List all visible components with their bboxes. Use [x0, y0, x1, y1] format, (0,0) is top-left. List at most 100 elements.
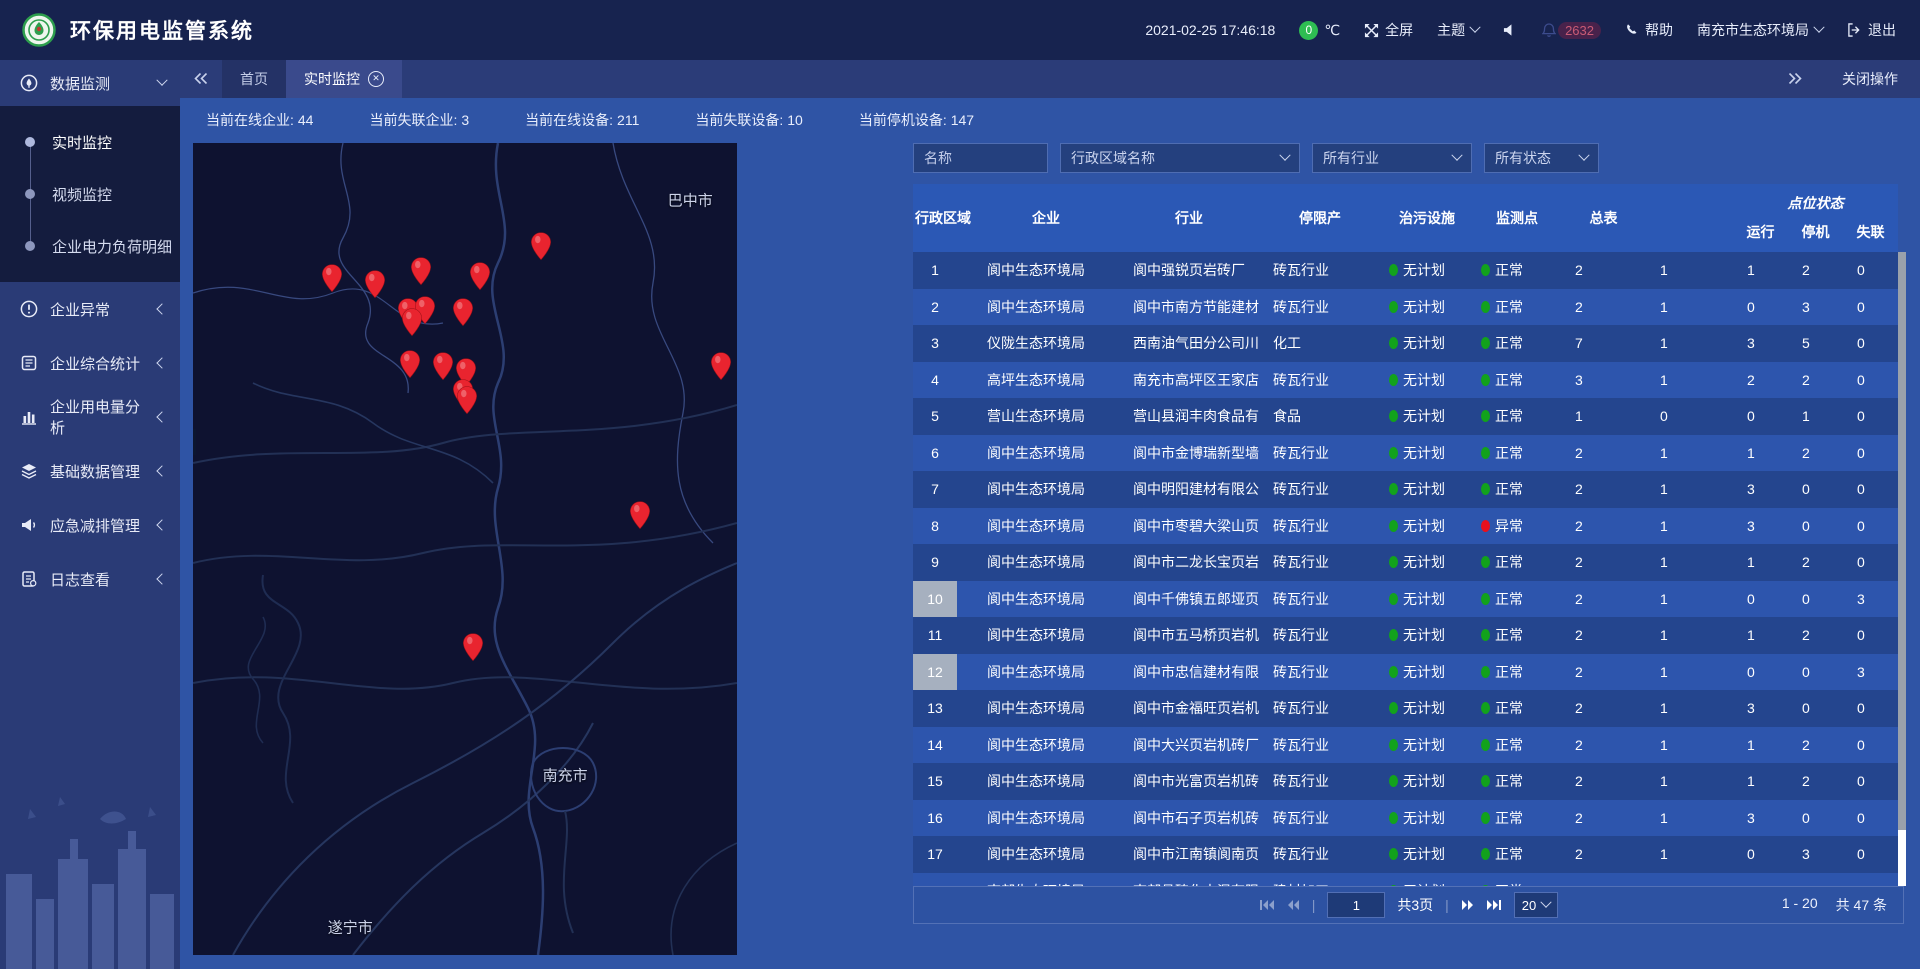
table-row[interactable]: 13阆中生态环境局阆中市金福旺页岩机砖砖瓦行业无计划正常21300 — [913, 690, 1898, 727]
status-filter-select[interactable]: 所有状态 — [1484, 143, 1599, 173]
last-page-button[interactable] — [1486, 899, 1502, 911]
cell-industry: 砖瓦行业 — [1259, 370, 1381, 390]
cell-run: 3 — [1733, 810, 1788, 826]
table-row[interactable]: 6阆中生态环境局阆中市金博瑞新型墙材砖瓦行业无计划正常21120 — [913, 435, 1898, 472]
map-pin[interactable] — [401, 307, 423, 337]
table-row[interactable]: 18南部生态环境局南部县砖化土混有限公建材加工无计划正常60060 — [913, 873, 1898, 887]
page-size-select[interactable]: 20 — [1514, 892, 1558, 918]
row-number: 1 — [913, 252, 973, 289]
app-title: 环保用电监管系统 — [70, 15, 254, 45]
cell-limit-status: 无计划 — [1381, 771, 1473, 791]
page-number-input[interactable] — [1327, 892, 1385, 918]
volume-button[interactable] — [1503, 23, 1518, 37]
sidebar-item-emergency-reduction[interactable]: 应急减排管理 — [0, 498, 180, 552]
row-number: 9 — [913, 544, 973, 581]
scrollbar-thumb[interactable] — [1898, 252, 1906, 830]
help-button[interactable]: 帮助 — [1625, 20, 1673, 40]
cell-company: 阆中市江南镇阆南页岩 — [1119, 844, 1259, 864]
sidebar-item-realtime-monitor[interactable]: 实时监控 — [0, 116, 180, 168]
filter-bar: 行政区域名称 所有行业 所有状态 — [913, 143, 1906, 173]
tabs-scroll-right-button[interactable] — [1774, 72, 1816, 87]
map-pin[interactable] — [469, 262, 491, 292]
table-row[interactable]: 11阆中生态环境局阆中市五马桥页岩机砖砖瓦行业无计划正常21120 — [913, 617, 1898, 654]
sidebar-item-power-load-detail[interactable]: 企业电力负荷明细 — [0, 220, 180, 272]
map-pin[interactable] — [364, 270, 386, 300]
map-pin[interactable] — [710, 352, 732, 382]
org-dropdown[interactable]: 南充市生态环境局 — [1697, 20, 1823, 40]
cell-region: 营山生态环境局 — [973, 406, 1119, 426]
cell-meter: 1 — [1646, 299, 1733, 315]
table-row[interactable]: 8阆中生态环境局阆中市枣碧大梁山页岩砖瓦行业无计划异常21300 — [913, 508, 1898, 545]
map-canvas[interactable]: 巴中市南充市遂宁市 — [193, 143, 737, 955]
map-pin[interactable] — [321, 263, 343, 293]
cell-run: 1 — [1733, 554, 1788, 570]
sidebar-item-video-monitor[interactable]: 视频监控 — [0, 168, 180, 220]
fullscreen-button[interactable]: 全屏 — [1364, 20, 1413, 40]
map-pin[interactable] — [629, 500, 651, 530]
map-pin[interactable] — [456, 385, 478, 415]
tabs-scroll-left-button[interactable] — [180, 72, 222, 87]
col-meter: 总表 — [1561, 208, 1646, 228]
table-row[interactable]: 15阆中生态环境局阆中市光富页岩机砖厂砖瓦行业无计划正常21120 — [913, 763, 1898, 800]
cell-points: 2 — [1561, 518, 1646, 534]
first-page-button[interactable] — [1259, 899, 1275, 911]
table-row[interactable]: 9阆中生态环境局阆中市二龙长宝页岩砖砖瓦行业无计划正常21120 — [913, 544, 1898, 581]
close-icon[interactable]: ✕ — [368, 71, 384, 87]
sidebar-item-logs[interactable]: 日志查看 — [0, 552, 180, 606]
temperature-value: 0 — [1299, 21, 1318, 40]
prev-page-button[interactable] — [1287, 899, 1300, 911]
cell-run: 1 — [1733, 737, 1788, 753]
cell-industry: 砖瓦行业 — [1259, 808, 1381, 828]
sidebar-item-company-abnormal[interactable]: 企业异常 — [0, 282, 180, 336]
cell-lost: 0 — [1843, 481, 1898, 497]
map-pin[interactable] — [432, 352, 454, 382]
table-row[interactable]: 4高坪生态环境局南充市高坪区王家店建砖瓦行业无计划正常31220 — [913, 362, 1898, 399]
map-pin[interactable] — [530, 232, 552, 262]
report-badge-icon — [20, 354, 38, 372]
industry-filter-select[interactable]: 所有行业 — [1312, 143, 1472, 173]
theme-dropdown[interactable]: 主题 — [1437, 20, 1479, 40]
table-row[interactable]: 16阆中生态环境局阆中市石子页岩机砖厂砖瓦行业无计划正常21300 — [913, 800, 1898, 837]
sidebar-collapse-button[interactable] — [193, 429, 196, 455]
notifications-button[interactable]: 2632 — [1542, 22, 1601, 39]
tab-label: 首页 — [240, 69, 268, 89]
status-dot-icon — [1481, 775, 1490, 787]
theme-label: 主题 — [1437, 20, 1465, 40]
cell-facility-status: 正常 — [1473, 808, 1561, 828]
sidebar-item-data-monitor[interactable]: 数据监测 — [0, 60, 180, 106]
cell-lost: 3 — [1843, 664, 1898, 680]
sidebar-item-base-data[interactable]: 基础数据管理 — [0, 444, 180, 498]
sidebar-item-company-stats[interactable]: 企业综合统计 — [0, 336, 180, 390]
map-pin[interactable] — [452, 297, 474, 327]
table-row[interactable]: 3仪陇生态环境局西南油气田分公司川中化工无计划正常71350 — [913, 325, 1898, 362]
region-filter-select[interactable]: 行政区域名称 — [1060, 143, 1300, 173]
table-row[interactable]: 12阆中生态环境局阆中市忠信建材有限公砖瓦行业无计划正常21003 — [913, 654, 1898, 691]
table-row[interactable]: 14阆中生态环境局阆中大兴页岩机砖厂砖瓦行业无计划正常21120 — [913, 727, 1898, 764]
cell-facility-status: 正常 — [1473, 735, 1561, 755]
map-pin[interactable] — [410, 257, 432, 287]
name-filter-input[interactable] — [913, 143, 1048, 173]
cell-region: 阆中生态环境局 — [973, 479, 1119, 499]
table-scrollbar[interactable] — [1898, 252, 1906, 886]
cell-limit-status: 无计划 — [1381, 260, 1473, 280]
table-row[interactable]: 1阆中生态环境局阆中强锐页岩砖厂砖瓦行业无计划正常21120 — [913, 252, 1898, 289]
cell-limit-status: 无计划 — [1381, 443, 1473, 463]
table-row[interactable]: 2阆中生态环境局阆中市南方节能建材有砖瓦行业无计划正常21030 — [913, 289, 1898, 326]
status-dot-icon — [1481, 739, 1490, 751]
table-row[interactable]: 7阆中生态环境局阆中明阳建材有限公司砖瓦行业无计划正常21300 — [913, 471, 1898, 508]
cell-company: 阆中市石子页岩机砖厂 — [1119, 808, 1259, 828]
map-pin[interactable] — [462, 633, 484, 663]
table-row[interactable]: 17阆中生态环境局阆中市江南镇阆南页岩砖瓦行业无计划正常21030 — [913, 836, 1898, 873]
tab-realtime-monitor[interactable]: 实时监控 ✕ — [286, 60, 402, 98]
map-pin[interactable] — [399, 349, 421, 379]
row-range-label: 1 - 20 — [1782, 895, 1818, 915]
table-row[interactable]: 5营山生态环境局营山县润丰肉食品有限食品无计划正常10010 — [913, 398, 1898, 435]
tab-home[interactable]: 首页 — [222, 60, 286, 98]
cell-points: 2 — [1561, 445, 1646, 461]
sidebar-item-power-analysis[interactable]: 企业用电量分析 — [0, 390, 180, 444]
next-page-button[interactable] — [1461, 899, 1474, 911]
close-operations-button[interactable]: 关闭操作 — [1842, 69, 1898, 89]
logout-button[interactable]: 退出 — [1847, 20, 1896, 40]
cell-lost: 0 — [1843, 554, 1898, 570]
table-row[interactable]: 10阆中生态环境局阆中千佛镇五郎垭页岩砖瓦行业无计划正常21003 — [913, 581, 1898, 618]
